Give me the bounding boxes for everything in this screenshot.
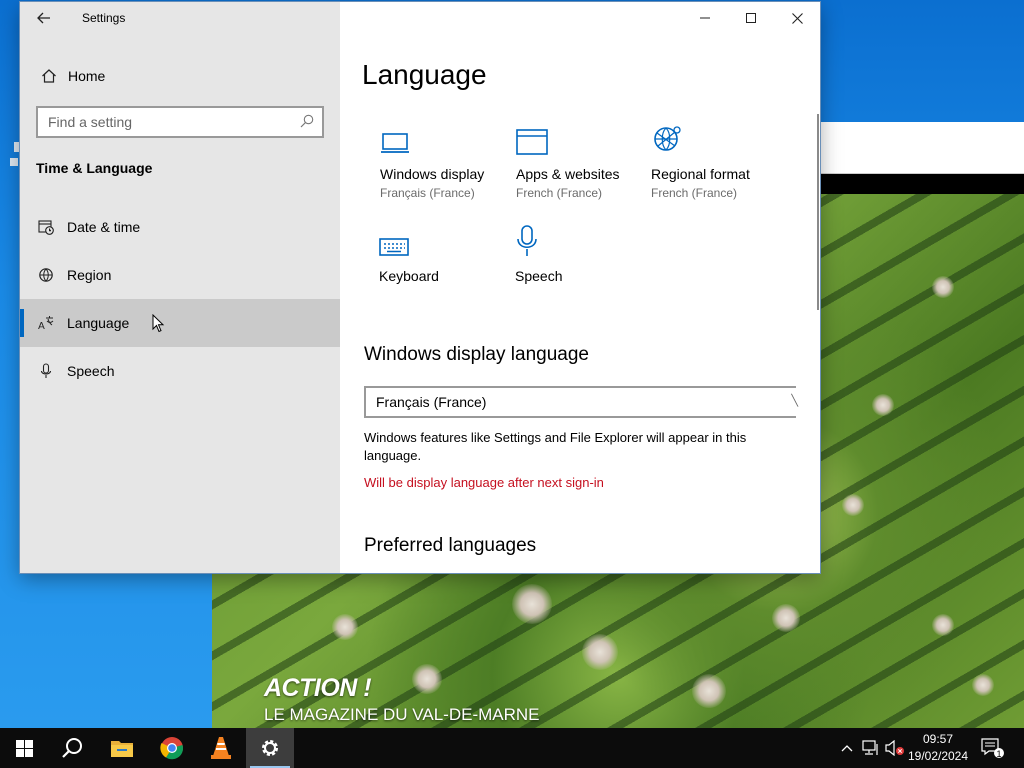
display-language-value: Français (France) — [376, 394, 487, 410]
chrome-icon — [160, 737, 184, 760]
settings-taskbar-button[interactable] — [246, 728, 294, 768]
video-letterbox — [820, 174, 1024, 194]
network-icon — [862, 740, 878, 755]
tile-apps-websites[interactable]: Apps & websites French (France) — [516, 122, 646, 200]
page-title: Language — [362, 59, 487, 90]
microphone-icon — [36, 363, 56, 379]
title-bar[interactable]: Settings — [20, 2, 340, 34]
region-globe-icon — [36, 267, 56, 283]
tile-sublabel: French (France) — [651, 186, 738, 200]
maximize-button[interactable] — [728, 2, 774, 34]
sidebar-item-speech[interactable]: Speech — [20, 347, 340, 395]
tile-sublabel: Français (France) — [380, 186, 475, 200]
language-icon: A — [36, 315, 56, 331]
window-controls — [682, 2, 820, 34]
nav-home[interactable]: Home — [20, 54, 340, 98]
taskbar-clock[interactable]: 09:57 19/02/2024 — [902, 731, 974, 765]
network-button[interactable] — [860, 728, 882, 768]
selection-indicator — [20, 309, 24, 337]
display-language-heading: Windows display language — [364, 344, 589, 365]
tile-label: Speech — [515, 268, 563, 284]
taskbar: 09:57 19/02/2024 1 — [0, 728, 1024, 768]
nav-home-label: Home — [68, 68, 106, 84]
back-arrow-icon — [37, 12, 50, 24]
show-hidden-icons-button[interactable] — [838, 728, 856, 768]
tile-keyboard[interactable]: Keyboard — [379, 224, 509, 284]
window-title: Settings — [82, 11, 126, 25]
svg-text:A: A — [38, 321, 45, 331]
file-explorer-button[interactable] — [98, 728, 146, 768]
app-window-icon — [516, 122, 646, 156]
display-language-select[interactable]: Français (France) ╲ — [364, 386, 798, 418]
brand-title: ACTION ! — [264, 674, 372, 702]
search-placeholder: Find a setting — [48, 114, 133, 130]
monitor-icon — [380, 122, 510, 156]
tile-speech[interactable]: Speech — [515, 224, 645, 284]
search-input[interactable]: Find a setting — [36, 106, 324, 138]
tile-regional-format[interactable]: Regional format French (France) — [651, 122, 781, 200]
back-button[interactable] — [30, 6, 58, 30]
home-icon — [36, 68, 62, 84]
date-time-icon — [36, 219, 56, 235]
maximize-icon — [746, 13, 756, 23]
tile-label: Apps & websites — [516, 166, 620, 182]
brand-subtitle: LE MAGAZINE DU VAL-DE-MARNE — [264, 705, 540, 724]
settings-gear-icon — [262, 740, 278, 756]
sidebar-item-label: Region — [67, 267, 112, 283]
preferred-languages-heading: Preferred languages — [364, 535, 537, 556]
action-center-button[interactable]: 1 — [980, 728, 1006, 768]
microphone-icon — [515, 224, 645, 258]
desktop-icon-partial[interactable] — [0, 140, 20, 176]
chevron-down-icon: ╲ — [791, 395, 798, 407]
chrome-button[interactable] — [148, 728, 196, 768]
close-icon — [791, 12, 803, 24]
sidebar-item-region[interactable]: Region — [20, 251, 340, 299]
tile-label: Regional format — [651, 166, 750, 182]
start-button[interactable] — [0, 728, 48, 768]
video-window-header — [820, 122, 1024, 174]
search-icon — [62, 738, 82, 758]
tile-windows-display[interactable]: Windows display Français (France) — [380, 122, 510, 200]
display-language-description: Windows features like Settings and File … — [364, 430, 747, 463]
mouse-cursor-icon — [152, 314, 165, 333]
sidebar-item-label: Date & time — [67, 219, 141, 235]
start-icon — [15, 739, 33, 757]
video-brand-overlay: ACTION ! LE MAGAZINE DU VAL-DE-MARNE — [264, 674, 540, 725]
tile-label: Windows display — [380, 166, 485, 182]
keyboard-icon — [379, 224, 509, 258]
sidebar-item-language[interactable]: A Language — [20, 299, 340, 347]
settings-window: Settings Home Find a setting Time & Lang… — [20, 2, 820, 573]
regional-globe-icon — [651, 122, 781, 156]
sidebar-item-date-time[interactable]: Date & time — [20, 203, 340, 251]
minimize-button[interactable] — [682, 2, 728, 34]
sign-in-warning: Will be display language after next sign… — [364, 475, 604, 490]
search-icon — [300, 114, 314, 131]
file-explorer-icon — [111, 741, 133, 757]
sidebar-item-label: Language — [67, 315, 130, 331]
settings-sidebar: Settings Home Find a setting Time & Lang… — [20, 2, 340, 573]
vlc-icon — [211, 737, 231, 759]
clock-date: 19/02/2024 — [907, 749, 969, 763]
section-title: Time & Language — [36, 160, 153, 176]
chevron-up-icon — [841, 745, 853, 752]
notification-count-badge: 1 — [996, 749, 1002, 759]
tile-sublabel: French (France) — [516, 186, 603, 200]
clock-time: 09:57 — [922, 732, 954, 746]
close-button[interactable] — [774, 2, 820, 34]
tile-label: Keyboard — [379, 268, 439, 284]
settings-content: Language Windows display Français (Franc… — [340, 2, 820, 573]
sidebar-item-label: Speech — [67, 363, 115, 379]
vlc-button[interactable] — [197, 728, 245, 768]
taskbar-search-button[interactable] — [48, 728, 96, 768]
minimize-icon — [700, 17, 710, 19]
content-scrollbar[interactable] — [817, 114, 819, 310]
